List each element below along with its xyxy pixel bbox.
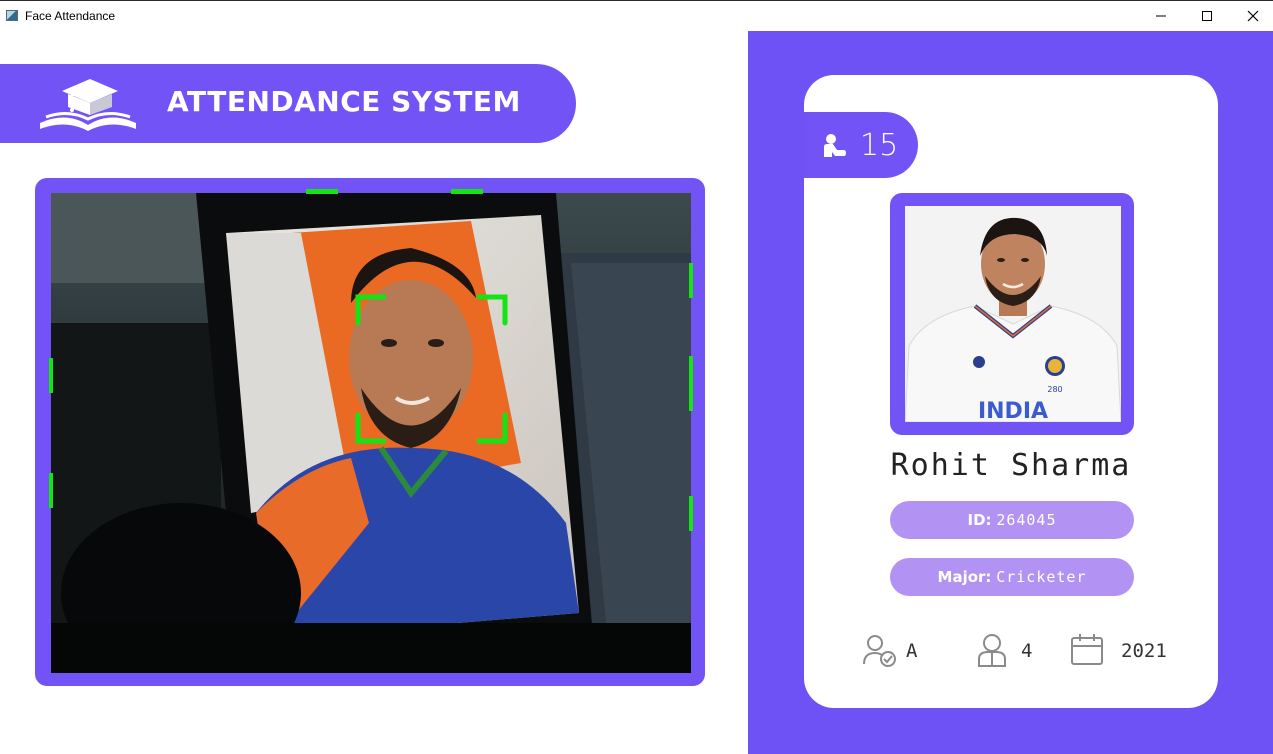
attendance-count-badge: 15 bbox=[804, 112, 918, 178]
app-icon bbox=[6, 10, 18, 21]
graduation-book-icon bbox=[40, 79, 136, 131]
webcam-image bbox=[51, 193, 691, 673]
webcam-frame bbox=[35, 178, 705, 686]
svg-text:280: 280 bbox=[1047, 385, 1062, 394]
starting-year-value: 2021 bbox=[1121, 640, 1167, 662]
id-value: 264045 bbox=[996, 511, 1057, 529]
frame-marker bbox=[451, 189, 483, 194]
major-label: Major: bbox=[937, 568, 992, 586]
minimize-button[interactable] bbox=[1138, 1, 1184, 31]
frame-marker bbox=[689, 356, 693, 411]
close-button[interactable] bbox=[1230, 1, 1273, 31]
major-value: Cricketer bbox=[996, 568, 1087, 586]
frame-marker bbox=[306, 189, 338, 194]
student-major-pill: Major: Cricketer bbox=[890, 558, 1134, 596]
close-icon bbox=[1247, 10, 1259, 22]
student-id-pill: ID: 264045 bbox=[890, 501, 1134, 539]
svg-text:INDIA: INDIA bbox=[978, 399, 1048, 422]
frame-marker bbox=[689, 496, 693, 531]
frame-marker bbox=[49, 473, 53, 508]
year-value: 4 bbox=[1021, 640, 1033, 662]
student-photo-frame: INDIA 280 bbox=[890, 193, 1134, 435]
webcam-feed bbox=[51, 193, 691, 673]
id-label: ID: bbox=[967, 511, 992, 529]
app-title: ATTENDANCE SYSTEM bbox=[167, 85, 521, 118]
window-title: Face Attendance bbox=[25, 9, 116, 23]
window-titlebar: Face Attendance bbox=[0, 0, 1273, 31]
calendar-icon bbox=[1071, 634, 1103, 665]
standing-value: A bbox=[906, 640, 918, 662]
total-attendance: 15 bbox=[860, 128, 899, 163]
student-name: Rohit Sharma bbox=[890, 448, 1132, 483]
student-photo: INDIA 280 bbox=[905, 206, 1121, 422]
standing-check-icon bbox=[863, 635, 896, 667]
maximize-icon bbox=[1202, 11, 1212, 21]
maximize-button[interactable] bbox=[1184, 1, 1230, 31]
year-person-icon bbox=[978, 634, 1006, 667]
frame-marker bbox=[689, 263, 693, 298]
frame-marker bbox=[49, 358, 53, 393]
attendance-person-icon bbox=[824, 134, 846, 157]
header-banner: ATTENDANCE SYSTEM bbox=[0, 64, 576, 143]
minimize-icon bbox=[1156, 15, 1166, 17]
